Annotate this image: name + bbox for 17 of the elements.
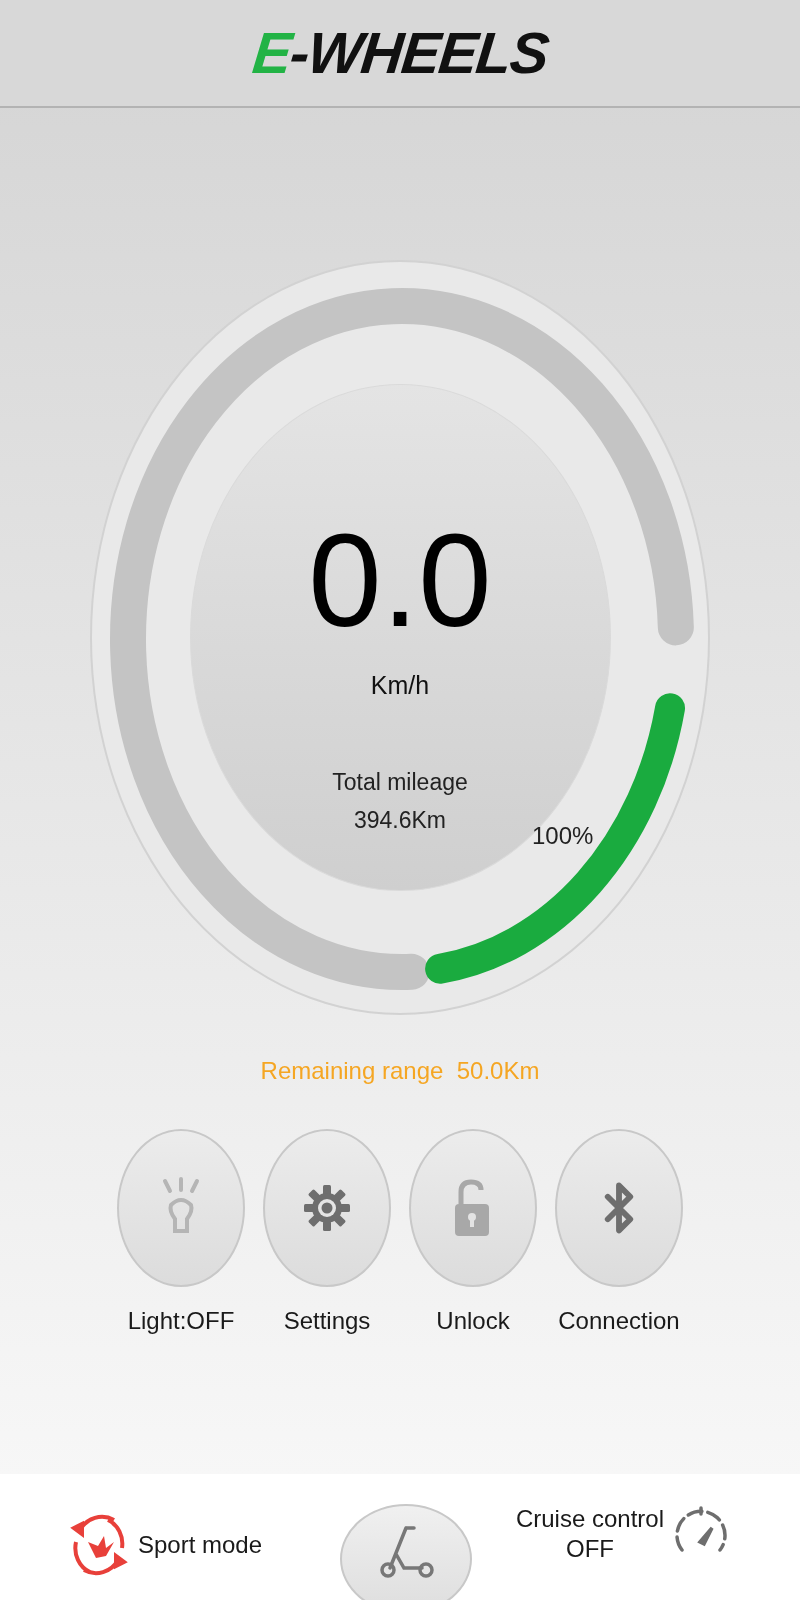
control-label: Connection (558, 1306, 680, 1336)
sport-mode-icon (70, 1512, 128, 1578)
sport-mode-label: Sport mode (138, 1530, 263, 1560)
remaining-range: Remaining range 50.0Km (260, 1056, 540, 1086)
control-label: Unlock (436, 1306, 510, 1336)
scooter-icon (378, 1524, 434, 1580)
control-label: Light:OFF (127, 1306, 235, 1336)
control-label: Settings (283, 1306, 371, 1336)
cruise-control-status: OFF (565, 1534, 614, 1564)
logo: E-WHEELS (249, 24, 551, 82)
battery-percentage: 100% (532, 821, 594, 851)
speed-unit: Km/h (370, 670, 430, 701)
mileage-label: Total mileage (332, 767, 468, 797)
settings-icon (302, 1183, 352, 1233)
mileage-value: 394.6Km (353, 806, 447, 835)
cruise-control-label: Cruise control (515, 1504, 664, 1534)
speed-value: 0.0 (308, 515, 492, 647)
